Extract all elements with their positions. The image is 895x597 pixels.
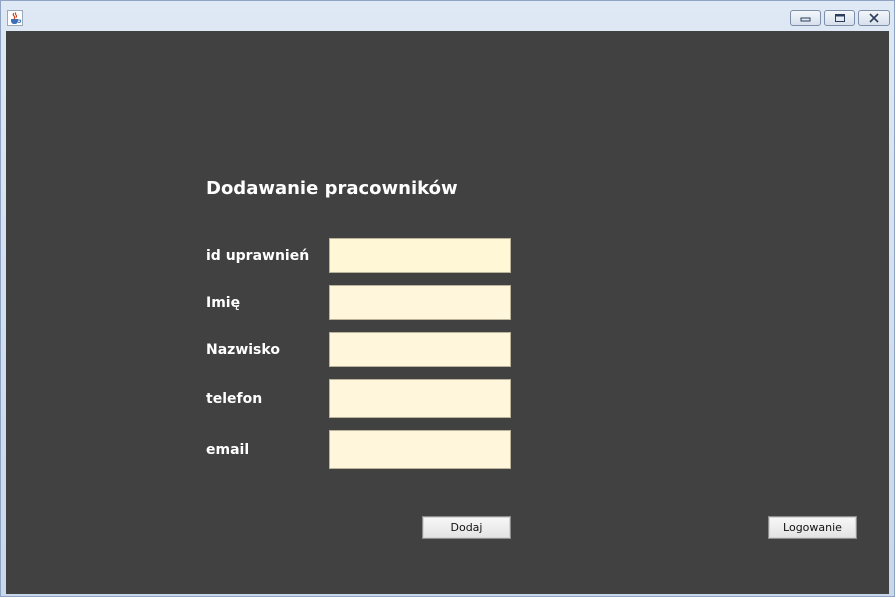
title-bar[interactable] <box>1 1 894 30</box>
first-name-input[interactable] <box>329 285 511 320</box>
email-input[interactable] <box>329 430 511 469</box>
permission-id-label: id uprawnień <box>206 248 310 264</box>
add-button[interactable]: Dodaj <box>422 516 511 539</box>
permission-id-input[interactable] <box>329 238 511 273</box>
email-label: email <box>206 442 250 458</box>
minimize-button[interactable] <box>790 10 821 26</box>
last-name-input[interactable] <box>329 332 511 367</box>
maximize-icon <box>834 14 845 22</box>
last-name-label: Nazwisko <box>206 342 280 358</box>
phone-input[interactable] <box>329 379 511 418</box>
close-button[interactable] <box>858 10 890 26</box>
phone-label: telefon <box>206 391 263 407</box>
minimize-icon <box>800 17 810 22</box>
java-cup-icon[interactable] <box>7 10 23 26</box>
form-panel: Dodawanie pracowników id uprawnień Imię … <box>6 31 889 594</box>
close-icon <box>869 13 879 23</box>
login-button[interactable]: Logowanie <box>768 516 857 539</box>
application-window: Dodawanie pracowników id uprawnień Imię … <box>0 0 895 597</box>
first-name-label: Imię <box>206 295 241 311</box>
maximize-button[interactable] <box>824 10 855 26</box>
page-title: Dodawanie pracowników <box>206 178 458 199</box>
